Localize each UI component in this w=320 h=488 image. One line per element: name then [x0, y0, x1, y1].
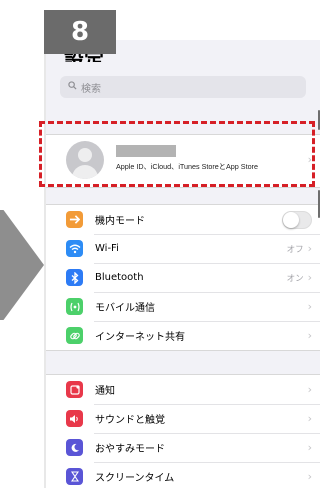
row-mobile-data[interactable]: モバイル通信 › [46, 292, 320, 321]
avatar [66, 141, 104, 179]
row-label: インターネット共有 [95, 332, 185, 343]
search-placeholder: 検索 [81, 83, 101, 95]
chevron-right-icon: › [307, 153, 312, 166]
search-field[interactable]: 検索 [60, 76, 306, 98]
antenna-icon [66, 298, 83, 315]
row-label: Bluetooth [95, 272, 144, 283]
row-label: サウンドと触覚 [95, 415, 165, 426]
row-wifi[interactable]: Wi-Fi オフ › [46, 234, 320, 263]
apple-id-account-row[interactable]: Apple ID、iCloud、iTunes StoreとApp Store › [46, 134, 320, 188]
settings-group-notifications: 通知 › サウンドと触覚 › おやすみモード › スクリーンタイム › [46, 374, 320, 488]
row-do-not-disturb[interactable]: おやすみモード › [46, 433, 320, 462]
row-label: Wi-Fi [95, 243, 119, 254]
wifi-icon [66, 240, 83, 257]
airplane-mode-toggle[interactable] [282, 210, 312, 229]
notification-icon [66, 381, 83, 398]
row-personal-hotspot[interactable]: インターネット共有 › [46, 321, 320, 350]
row-screen-time[interactable]: スクリーンタイム › [46, 462, 320, 488]
chevron-right-icon: › [307, 300, 312, 313]
chevron-right-icon: › [307, 383, 312, 396]
chevron-right-icon: › [307, 412, 312, 425]
step-arrow [0, 210, 44, 320]
account-name-redacted [116, 145, 176, 157]
chevron-right-icon: › [307, 271, 312, 284]
settings-group-connectivity: 機内モード Wi-Fi オフ › Bluetooth オン › モバイル通信 › [46, 204, 320, 351]
chevron-right-icon: › [307, 470, 312, 483]
chevron-right-icon: › [307, 329, 312, 342]
bluetooth-icon [66, 269, 83, 286]
airplane-icon [66, 211, 83, 228]
moon-icon [66, 439, 83, 456]
settings-screen: 設定 検索 Apple ID、iCloud、iTunes StoreとApp S… [44, 40, 320, 488]
row-label: 機内モード [95, 216, 145, 227]
row-label: モバイル通信 [95, 303, 155, 314]
hourglass-icon [66, 468, 83, 485]
chevron-right-icon: › [307, 242, 312, 255]
row-label: スクリーンタイム [95, 473, 175, 484]
row-label: 通知 [95, 386, 115, 397]
account-subtitle: Apple ID、iCloud、iTunes StoreとApp Store [116, 162, 258, 171]
row-label: おやすみモード [95, 444, 165, 455]
row-bluetooth[interactable]: Bluetooth オン › [46, 263, 320, 292]
row-airplane-mode[interactable]: 機内モード [46, 205, 320, 234]
row-sounds-haptics[interactable]: サウンドと触覚 › [46, 404, 320, 433]
row-value: オン [286, 273, 304, 284]
speaker-icon [66, 410, 83, 427]
row-value: オフ [286, 244, 304, 255]
link-icon [66, 327, 83, 344]
row-notifications[interactable]: 通知 › [46, 375, 320, 404]
step-number-badge: 8 [44, 10, 116, 54]
chevron-right-icon: › [307, 441, 312, 454]
search-icon [68, 81, 77, 93]
